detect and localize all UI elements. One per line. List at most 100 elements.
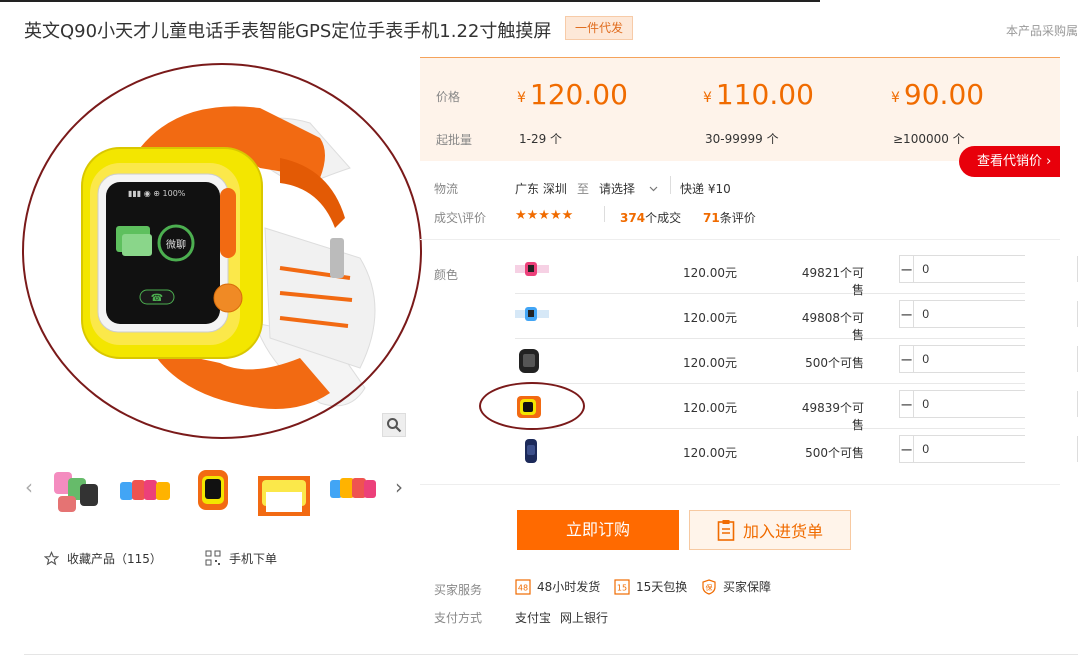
svg-text:保: 保 [706,583,713,592]
quantity-input[interactable] [914,301,1078,327]
thumbnail-item[interactable] [48,462,104,518]
svg-text:48: 48 [518,583,528,592]
svg-text:☎: ☎ [151,293,163,304]
price-label: 价格 [436,90,461,104]
add-to-cart-button[interactable]: 加入进货单 [689,510,851,550]
thumb-prev-icon[interactable]: ‹ [22,474,36,500]
mobile-order-label: 手机下单 [229,551,278,566]
rating-stars: ★★★★★ [515,208,574,223]
variant-row: 120.00元 500个可售 − + [515,429,1078,474]
reviews-label: 成交\评价 [434,211,487,225]
variant-stock: 500个可售 [805,446,864,460]
shipping-fee: 快递 ¥10 [680,182,731,196]
logistics-to: 至 [577,182,590,196]
logistics-label: 物流 [434,182,459,196]
buyer-service-label: 买家服务 [434,583,483,597]
price-tier-1: ¥120.00 [517,78,628,111]
quantity-stepper: − + [899,345,1078,373]
thumbnail-item[interactable] [256,462,312,518]
purchase-notice: 本产品采购属 [1005,24,1078,38]
favorite-label: 收藏产品（115） [67,551,162,566]
delivery-48h-icon: 48 [515,578,531,595]
variant-row: 120.00元 500个可售 − + [515,339,1078,384]
thumb-next-icon[interactable]: › [392,474,406,500]
quantity-input[interactable] [914,256,1078,282]
chevron-down-icon [649,181,658,195]
order-now-button[interactable]: 立即订购 [517,510,679,550]
svg-text:▮▮▮ ◉ ⊕ 100%: ▮▮▮ ◉ ⊕ 100% [128,189,186,198]
main-product-image[interactable]: 微聊 ☎ ▮▮▮ ◉ ⊕ 100% [30,68,410,436]
logistics-origin: 广东 深圳 [515,182,567,196]
agent-price-button[interactable]: 查看代销价 › [959,146,1060,177]
minus-icon[interactable]: − [900,391,915,417]
variant-row: 120.00元 49808个可售 − + [515,294,1078,342]
payment-alipay: 支付宝 [515,611,552,625]
payment-label: 支付方式 [434,611,483,625]
service-48h: 48 48小时发货 [515,578,600,595]
variant-stock: 49839个可售 [801,401,864,432]
quantity-stepper: − + [899,390,1078,418]
star-outline-icon [44,550,59,566]
thumbnail-strip: ‹ › [20,458,410,518]
product-title: 英文Q90小天才儿童电话手表智能GPS定位手表手机1.22寸触摸屏 [24,21,552,42]
variant-price: 120.00元 [683,266,737,280]
service-guarantee: 保 买家保障 [701,578,771,595]
magnifier-icon[interactable] [382,413,406,437]
exchange-15day-icon: 15 [614,578,630,595]
minus-icon[interactable]: − [900,301,915,327]
qty-tier-1: 1-29 个 [519,132,563,146]
variant-row: 120.00元 49821个可售 − + [515,249,1078,297]
minus-icon[interactable]: − [900,346,915,372]
variant-thumbnail-yellow-orange[interactable] [515,390,549,422]
divider [604,206,605,222]
quantity-input[interactable] [914,346,1078,372]
qr-code-icon [205,550,221,566]
destination-select[interactable]: 请选择 [599,180,658,197]
qty-tier-2: 30-99999 个 [705,132,779,146]
top-rule [0,0,1078,2]
variant-thumbnail-navy[interactable] [515,435,549,467]
thumbnail-item[interactable] [188,462,244,518]
mobile-order-action[interactable]: 手机下单 [205,548,277,568]
variant-stock: 49808个可售 [801,311,864,342]
title-row: 英文Q90小天才儿童电话手表智能GPS定位手表手机1.22寸触摸屏 一件代发 本… [24,16,1078,42]
review-count[interactable]: 71条评价 [703,209,756,226]
price-box: 价格 起批量 ¥120.00 ¥110.00 ¥90.00 1-29 个 30-… [420,57,1060,161]
variant-price: 120.00元 [683,446,737,460]
quantity-input[interactable] [914,391,1078,417]
bottom-divider [24,654,1078,655]
quantity-input[interactable] [914,436,1078,462]
price-tier-3: ¥90.00 [891,78,985,111]
qty-tier-3: ≥100000 个 [893,132,965,146]
svg-text:15: 15 [617,583,627,592]
quantity-stepper: − + [899,435,1078,463]
dropship-badge[interactable]: 一件代发 [565,16,633,40]
variant-thumbnail-pink[interactable] [515,255,549,287]
variant-thumbnail-black[interactable] [515,345,549,377]
quantity-stepper: − + [899,255,1078,283]
divider [670,176,671,194]
variant-price: 120.00元 [683,401,737,415]
quantity-stepper: − + [899,300,1078,328]
variant-row: 120.00元 49839个可售 − + [515,384,1078,432]
thumbnail-item[interactable] [118,462,174,518]
payment-online-bank: 网上银行 [560,611,609,625]
svg-text:微聊: 微聊 [166,238,186,251]
section-divider [420,239,1060,240]
color-label: 颜色 [434,268,459,282]
moq-label: 起批量 [436,133,473,147]
variant-stock: 49821个可售 [801,266,864,297]
price-tier-2: ¥110.00 [703,78,814,111]
variant-price: 120.00元 [683,311,737,325]
variant-stock: 500个可售 [805,356,864,370]
deals-count[interactable]: 374个成交 [620,209,681,226]
clipboard-icon [717,519,735,541]
shield-icon: 保 [701,578,717,595]
section-divider [420,484,1060,485]
minus-icon[interactable]: − [900,256,915,282]
minus-icon[interactable]: − [900,436,915,462]
favorite-action[interactable]: 收藏产品（115） [44,548,162,568]
thumbnail-item[interactable] [326,462,382,518]
service-15day: 15 15天包换 [614,578,687,595]
variant-thumbnail-blue[interactable] [515,300,549,332]
